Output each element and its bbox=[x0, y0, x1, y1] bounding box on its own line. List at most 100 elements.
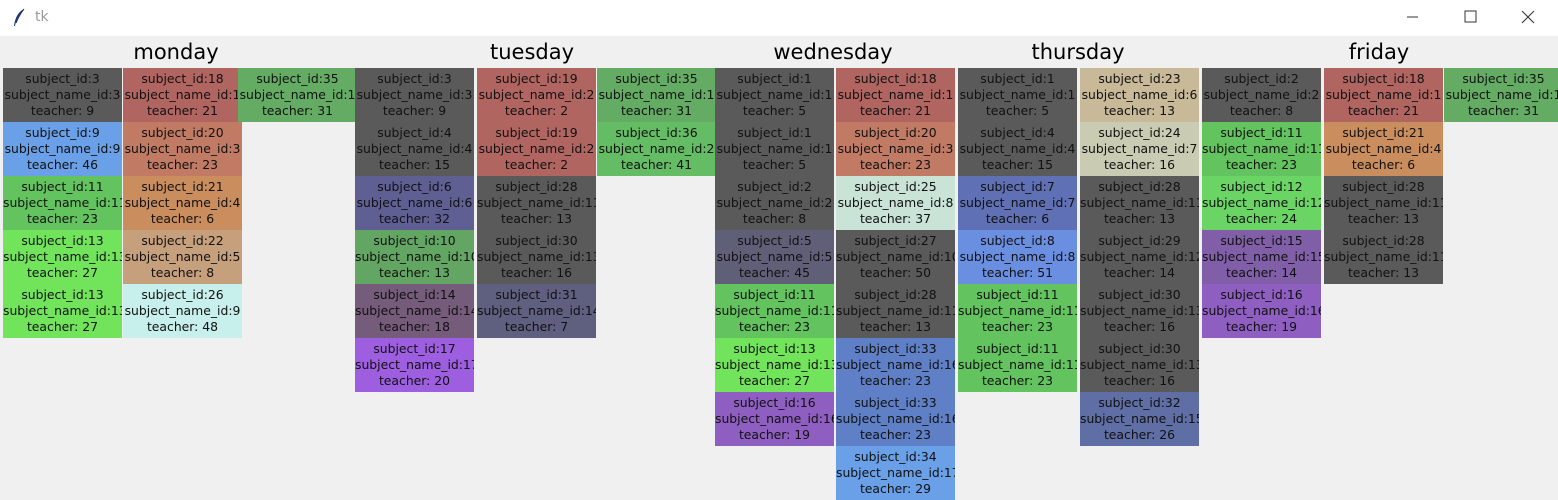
subject-cell: subject_id:17 subject_name_id:17 teacher: … bbox=[355, 338, 474, 392]
subject-id-label: subject_id:28 bbox=[1342, 179, 1425, 194]
teacher-label: teacher: 23 bbox=[859, 373, 932, 388]
subject-cell: subject_id:35 subject_name_id:1 teacher: 3… bbox=[1444, 68, 1558, 122]
subject-id-label: subject_id:8 bbox=[980, 233, 1055, 248]
subject-cell: subject_id:2 subject_name_id:2 teacher: 8 bbox=[715, 176, 834, 230]
subject-id-label: subject_id:11 bbox=[21, 179, 104, 194]
subject-id-label: subject_id:24 bbox=[1098, 125, 1181, 140]
subject-cell: subject_id:21 subject_name_id:4 teacher: 6 bbox=[1324, 122, 1443, 176]
teacher-label: teacher: 48 bbox=[146, 319, 219, 334]
subject-cell: subject_id:23 subject_name_id:6 teacher: 1… bbox=[1080, 68, 1199, 122]
subject-id-label: subject_id:9 bbox=[25, 125, 100, 140]
monday-column-2: subject_id:18 subject_name_id:1 teacher: 2… bbox=[123, 68, 242, 338]
subject-cell: subject_id:22 subject_name_id:5 teacher: 8 bbox=[123, 230, 242, 284]
subject-name-id-label: subject_name_id:1 bbox=[716, 141, 833, 156]
subject-cell: subject_id:12 subject_name_id:12 teacher: … bbox=[1202, 176, 1321, 230]
teacher-label: teacher: 23 bbox=[859, 427, 932, 442]
teacher-label: teacher: 23 bbox=[981, 373, 1054, 388]
subject-id-label: subject_id:1 bbox=[737, 125, 812, 140]
teacher-label: teacher: 19 bbox=[1225, 319, 1298, 334]
subject-name-id-label: subject_name_id:5 bbox=[716, 249, 833, 264]
subject-cell: subject_id:8 subject_name_id:8 teacher: 51 bbox=[958, 230, 1077, 284]
subject-name-id-label: subject_name_id:13 bbox=[477, 249, 596, 264]
teacher-label: teacher: 18 bbox=[378, 319, 451, 334]
subject-cell: subject_id:28 subject_name_id:11 teacher: … bbox=[1080, 176, 1199, 230]
teacher-label: teacher: 27 bbox=[26, 319, 99, 334]
subject-id-label: subject_id:14 bbox=[373, 287, 456, 302]
window-title: tk bbox=[35, 9, 49, 25]
teacher-label: teacher: 21 bbox=[859, 103, 932, 118]
subject-name-id-label: subject_name_id:7 bbox=[1081, 141, 1198, 156]
teacher-label: teacher: 2 bbox=[504, 103, 569, 118]
subject-name-id-label: subject_name_id:13 bbox=[1080, 357, 1199, 372]
subject-cell: subject_id:13 subject_name_id:13 teacher: … bbox=[3, 284, 122, 338]
subject-id-label: subject_id:28 bbox=[1342, 233, 1425, 248]
close-icon bbox=[1521, 10, 1535, 24]
subject-name-id-label: subject_name_id:11 bbox=[1080, 195, 1199, 210]
subject-cell: subject_id:31 subject_name_id:14 teacher: … bbox=[477, 284, 596, 338]
subject-id-label: subject_id:1 bbox=[737, 71, 812, 86]
subject-cell: subject_id:14 subject_name_id:14 teacher: … bbox=[355, 284, 474, 338]
maximize-button[interactable] bbox=[1441, 0, 1499, 36]
subject-name-id-label: subject_name_id:17 bbox=[355, 357, 474, 372]
subject-id-label: subject_id:15 bbox=[1220, 233, 1303, 248]
subject-id-label: subject_id:34 bbox=[854, 449, 937, 464]
tuesday-column-1: subject_id:3 subject_name_id:3 teacher: 9s… bbox=[355, 68, 474, 392]
subject-name-id-label: subject_name_id:11 bbox=[1202, 141, 1321, 156]
subject-cell: subject_id:9 subject_name_id:9 teacher: 46 bbox=[3, 122, 122, 176]
subject-cell: subject_id:7 subject_name_id:7 teacher: 6 bbox=[958, 176, 1077, 230]
subject-id-label: subject_id:28 bbox=[854, 287, 937, 302]
subject-name-id-label: subject_name_id:12 bbox=[1080, 249, 1199, 264]
teacher-label: teacher: 27 bbox=[26, 265, 99, 280]
subject-name-id-label: subject_name_id:2 bbox=[478, 141, 595, 156]
subject-name-id-label: subject_name_id:1 bbox=[959, 87, 1076, 102]
subject-name-id-label: subject_name_id:11 bbox=[477, 195, 596, 210]
subject-id-label: subject_id:13 bbox=[21, 233, 104, 248]
subject-cell: subject_id:3 subject_name_id:3 teacher: 9 bbox=[355, 68, 474, 122]
subject-id-label: subject_id:19 bbox=[495, 125, 578, 140]
subject-cell: subject_id:30 subject_name_id:13 teacher: … bbox=[1080, 284, 1199, 338]
subject-id-label: subject_id:3 bbox=[25, 71, 100, 86]
subject-id-label: subject_id:35 bbox=[256, 71, 339, 86]
teacher-label: teacher: 37 bbox=[859, 211, 932, 226]
subject-name-id-label: subject_name_id:11 bbox=[958, 303, 1077, 318]
subject-cell: subject_id:19 subject_name_id:2 teacher: 2 bbox=[477, 122, 596, 176]
minimize-button[interactable] bbox=[1383, 0, 1441, 36]
teacher-label: teacher: 6 bbox=[985, 211, 1050, 226]
subject-id-label: subject_id:17 bbox=[373, 341, 456, 356]
teacher-label: teacher: 19 bbox=[738, 427, 811, 442]
teacher-label: teacher: 32 bbox=[378, 211, 451, 226]
day-header-friday: friday bbox=[1348, 40, 1410, 64]
subject-name-id-label: subject_name_id:13 bbox=[3, 303, 122, 318]
subject-cell: subject_id:4 subject_name_id:4 teacher: 15 bbox=[958, 122, 1077, 176]
subject-id-label: subject_id:27 bbox=[854, 233, 937, 248]
subject-id-label: subject_id:3 bbox=[377, 71, 452, 86]
subject-name-id-label: subject_name_id:14 bbox=[355, 303, 474, 318]
thursday-column-2: subject_id:23 subject_name_id:6 teacher: 1… bbox=[1080, 68, 1199, 446]
teacher-label: teacher: 15 bbox=[378, 157, 451, 172]
feather-icon bbox=[14, 8, 25, 26]
subject-cell: subject_id:30 subject_name_id:13 teacher: … bbox=[1080, 338, 1199, 392]
subject-name-id-label: subject_name_id:9 bbox=[4, 141, 121, 156]
teacher-label: teacher: 13 bbox=[500, 211, 573, 226]
subject-cell: subject_id:36 subject_name_id:2 teacher: 4… bbox=[597, 122, 716, 176]
subject-id-label: subject_id:33 bbox=[854, 341, 937, 356]
subject-name-id-label: subject_name_id:1 bbox=[1325, 87, 1442, 102]
teacher-label: teacher: 15 bbox=[981, 157, 1054, 172]
subject-name-id-label: subject_name_id:4 bbox=[124, 195, 241, 210]
close-button[interactable] bbox=[1499, 0, 1557, 36]
subject-cell: subject_id:4 subject_name_id:4 teacher: 15 bbox=[355, 122, 474, 176]
teacher-label: teacher: 23 bbox=[146, 157, 219, 172]
subject-id-label: subject_id:10 bbox=[373, 233, 456, 248]
teacher-label: teacher: 7 bbox=[504, 319, 569, 334]
subject-name-id-label: subject_name_id:13 bbox=[3, 249, 122, 264]
subject-name-id-label: subject_name_id:11 bbox=[958, 357, 1077, 372]
subject-cell: subject_id:1 subject_name_id:1 teacher: 5 bbox=[958, 68, 1077, 122]
subject-name-id-label: subject_name_id:2 bbox=[716, 195, 833, 210]
subject-id-label: subject_id:26 bbox=[141, 287, 224, 302]
teacher-label: teacher: 23 bbox=[981, 319, 1054, 334]
subject-id-label: subject_id:31 bbox=[495, 287, 578, 302]
teacher-label: teacher: 8 bbox=[1229, 103, 1294, 118]
subject-name-id-label: subject_name_id:15 bbox=[1080, 411, 1199, 426]
subject-name-id-label: subject_name_id:11 bbox=[715, 303, 834, 318]
subject-name-id-label: subject_name_id:11 bbox=[1324, 195, 1443, 210]
